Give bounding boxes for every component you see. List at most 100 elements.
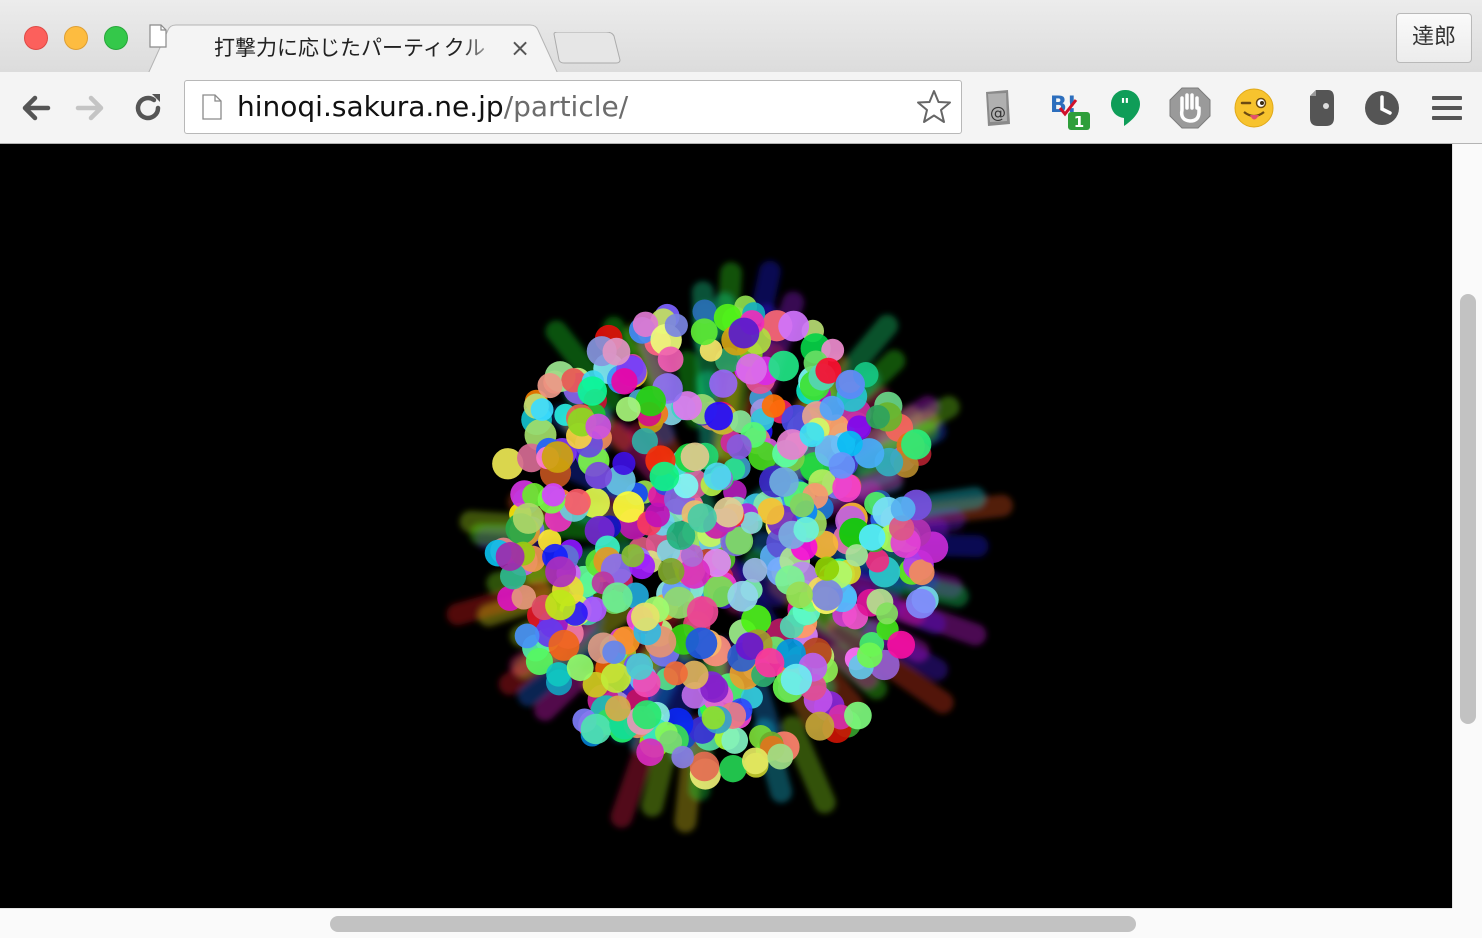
reload-icon[interactable] — [130, 90, 166, 126]
particle-dot — [671, 745, 694, 769]
particle-dot — [545, 589, 576, 621]
particle-dot — [741, 747, 769, 775]
particle-dot — [612, 451, 636, 475]
tab-close-icon[interactable]: × — [508, 36, 532, 60]
particle-dot — [814, 556, 840, 581]
back-arrow-icon[interactable] — [18, 90, 54, 126]
particle-dot — [495, 542, 525, 571]
particle-dot — [728, 317, 760, 349]
particle-dot — [564, 488, 591, 516]
particle-dot — [649, 461, 680, 492]
particle-dot — [631, 602, 660, 632]
particle-dot — [769, 467, 799, 497]
particle-dot — [713, 497, 744, 528]
new-tab-button[interactable] — [552, 32, 622, 64]
forward-arrow-icon[interactable] — [72, 90, 108, 126]
particle-dot — [735, 353, 767, 385]
particle-dot — [701, 706, 726, 730]
browser-window: 打撃力に応じたパーティクル × 達郎 hinoqi.sakura.ne.jp/p… — [0, 0, 1482, 938]
menu-icon[interactable] — [1432, 94, 1462, 122]
particle-dot — [726, 434, 752, 460]
particle-dot — [865, 549, 890, 573]
particle-dot — [537, 373, 563, 399]
window-minimize-button[interactable] — [64, 26, 88, 50]
hangouts-icon[interactable]: " — [1104, 86, 1148, 130]
particle-dot — [687, 503, 717, 533]
svg-text:@: @ — [990, 103, 1006, 122]
particle-dot — [887, 630, 916, 659]
particle-dot — [742, 557, 768, 583]
particle-dot — [844, 701, 872, 730]
particle-dot — [727, 580, 759, 612]
particle-dot — [876, 602, 899, 625]
particle-dot — [908, 559, 935, 586]
particle-dot — [685, 627, 718, 660]
address-bar[interactable]: hinoqi.sakura.ne.jp/particle/ — [184, 80, 962, 134]
history-clock-icon[interactable] — [1360, 86, 1404, 130]
particle-dot — [626, 652, 654, 680]
particle-dot — [778, 310, 810, 342]
emoji-face-icon[interactable] — [1232, 86, 1276, 130]
particle-dot — [604, 695, 631, 722]
particle-dot — [768, 350, 799, 382]
menu-bar-3 — [1432, 116, 1462, 120]
particle-dot — [703, 462, 732, 491]
vertical-scroll-thumb[interactable] — [1460, 294, 1476, 724]
particle-dot — [811, 579, 843, 611]
particle-dot — [602, 582, 633, 613]
horizontal-scrollbar[interactable] — [0, 908, 1452, 938]
particle-dot — [514, 623, 540, 649]
sendto-icon[interactable]: @ — [976, 86, 1020, 130]
particle-dot — [865, 404, 890, 429]
particle-dot — [657, 557, 685, 585]
particle-dot — [541, 441, 574, 473]
profile-button[interactable]: 達郎 — [1396, 13, 1472, 63]
particle-dot — [689, 751, 720, 782]
particle-dot — [789, 492, 815, 518]
particle-dot — [602, 337, 631, 366]
particle-dot — [545, 556, 577, 588]
particle-canvas[interactable] — [0, 144, 1452, 908]
window-maximize-button[interactable] — [104, 26, 128, 50]
menu-bar-1 — [1432, 96, 1462, 100]
bookmark-star-icon[interactable] — [915, 88, 953, 126]
particle-dot — [799, 422, 825, 448]
tab-strip: 打撃力に応じたパーティクル × 達郎 — [0, 0, 1482, 74]
extension-badge: 1 — [1074, 113, 1084, 130]
particle-dot — [657, 346, 684, 373]
particle-dot — [709, 369, 738, 398]
page-icon — [202, 94, 222, 120]
particle-dot — [663, 661, 688, 686]
particle-dot — [754, 648, 785, 678]
particle-trail — [851, 465, 904, 498]
particle-dot — [566, 654, 594, 682]
horizontal-scroll-thumb[interactable] — [330, 916, 1136, 932]
particle-dot — [686, 596, 719, 628]
particle-dot — [680, 442, 710, 472]
particle-dot — [615, 396, 641, 422]
particle-dot — [611, 368, 638, 395]
particle-dot — [704, 401, 733, 431]
particle-dot — [761, 394, 786, 418]
particle-dot — [835, 369, 865, 400]
particle-dot — [858, 524, 886, 551]
particle-dot — [793, 516, 820, 543]
particle-dot — [632, 700, 662, 730]
menu-bar-2 — [1432, 106, 1462, 110]
evernote-icon[interactable] — [1298, 86, 1342, 130]
particle-dot — [819, 395, 845, 421]
particle-dot — [805, 711, 835, 741]
particle-dot — [577, 376, 607, 406]
adblock-hand-icon[interactable] — [1168, 86, 1212, 130]
window-close-button[interactable] — [24, 26, 48, 50]
hatena-bookmark-icon[interactable]: B! 1 — [1046, 86, 1090, 130]
page-viewport[interactable] — [0, 144, 1452, 908]
page-icon — [149, 24, 167, 48]
url-text[interactable]: hinoqi.sakura.ne.jp/particle/ — [237, 91, 628, 123]
particle-dot — [580, 713, 612, 745]
tab-active[interactable]: 打撃力に応じたパーティクル × — [148, 24, 558, 74]
particle-dot — [664, 313, 688, 337]
vertical-scrollbar[interactable] — [1452, 144, 1482, 908]
particle-dot — [856, 642, 883, 669]
particle-dot — [767, 743, 794, 770]
